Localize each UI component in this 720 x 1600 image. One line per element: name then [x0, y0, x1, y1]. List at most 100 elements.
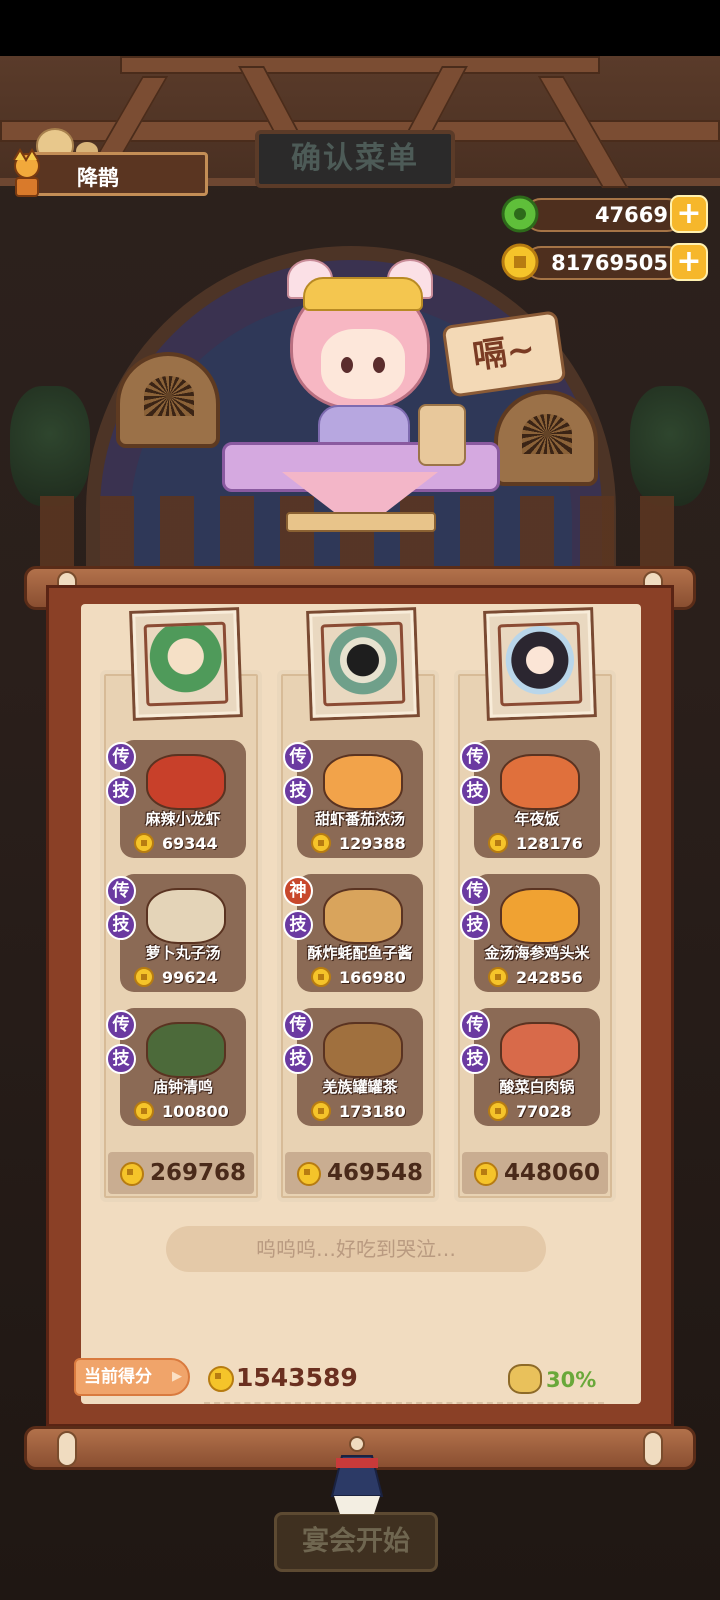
dish-card[interactable]: 传 技 金汤海参鸡头米 242856	[460, 874, 600, 992]
dish-price: 77028	[488, 1101, 588, 1123]
status-bar	[0, 0, 720, 56]
legend-badge: 传	[460, 876, 490, 906]
dish-image	[323, 1022, 403, 1078]
plant-right	[630, 386, 710, 506]
current-score-label: 当前得分	[74, 1358, 190, 1396]
dish-name: 酥炸蚝配鱼子酱	[307, 944, 413, 962]
coin-icon	[297, 1162, 321, 1186]
dish-card[interactable]: 传 技 甜虾番茄浓汤 129388	[283, 740, 423, 858]
skill-badge: 技	[106, 776, 136, 806]
dish-image	[323, 888, 403, 944]
skill-badge: 技	[460, 776, 490, 806]
customer-character	[287, 259, 433, 410]
current-score-value: 1543589	[236, 1363, 358, 1392]
dish-name: 金汤海参鸡头米	[484, 944, 590, 962]
stacked-bowls	[418, 404, 466, 466]
plant-left	[10, 386, 90, 506]
tassel-icon	[330, 1436, 384, 1514]
coin-icon	[311, 967, 331, 987]
dish-name: 麻辣小龙虾	[145, 810, 221, 828]
dish-name: 萝卜丸子汤	[145, 944, 221, 962]
dish-price: 69344	[134, 833, 234, 855]
fan-left-icon	[116, 352, 220, 448]
dish-card[interactable]: 传 技 麻辣小龙虾 69344	[106, 740, 246, 858]
add-coins-button[interactable]: +	[670, 243, 708, 281]
coin-icon	[488, 1101, 508, 1121]
player-plate[interactable]: 降鹊	[6, 148, 208, 197]
chef-column-3: 传 技 年夜饭 128176 传 技 金汤海参鸡头米 242856 传 技 酸菜…	[454, 610, 616, 1202]
dish-card[interactable]: 神 技 酥炸蚝配鱼子酱 166980	[283, 874, 423, 992]
menu-sign-title: 确认菜单	[255, 130, 455, 188]
skill-badge: 技	[283, 910, 313, 940]
chef-portrait-2[interactable]	[309, 610, 417, 718]
dish-image	[146, 1022, 226, 1078]
column-total: 269768	[108, 1152, 254, 1194]
legend-badge: 传	[106, 742, 136, 772]
flower-crown	[303, 277, 423, 311]
dish-image	[500, 1022, 580, 1078]
customer-comment: 呜呜呜…好吃到哭泣…	[166, 1226, 546, 1272]
trophy-avatar-icon	[13, 148, 40, 197]
jade-currency: 47669 +	[500, 194, 712, 234]
dish-name: 甜虾番茄浓汤	[314, 810, 405, 828]
dish-name: 羌族罐罐茶	[322, 1078, 398, 1096]
dish-price: 129388	[311, 833, 411, 855]
dish-price: 128176	[488, 833, 588, 855]
start-banquet-button[interactable]: 宴会开始	[274, 1512, 438, 1572]
coin-icon	[311, 833, 331, 853]
dish-card[interactable]: 传 技 酸菜白肉锅 77028	[460, 1008, 600, 1126]
chef-column-1: 传 技 麻辣小龙虾 69344 传 技 萝卜丸子汤 99624 传 技 庙钟清鸣…	[100, 610, 262, 1202]
dish-card[interactable]: 传 技 萝卜丸子汤 99624	[106, 874, 246, 992]
dish-price: 173180	[311, 1101, 411, 1123]
coin-icon	[134, 833, 154, 853]
coin-icon	[488, 967, 508, 987]
dish-image	[323, 754, 403, 810]
coin-icon	[488, 833, 508, 853]
divine-badge: 神	[283, 876, 313, 906]
legend-badge: 传	[460, 1010, 490, 1040]
add-jade-button[interactable]: +	[670, 195, 708, 233]
dish-image	[146, 754, 226, 810]
coin-icon	[120, 1162, 144, 1186]
jade-icon	[501, 195, 539, 233]
dish-image	[500, 754, 580, 810]
legend-badge: 传	[106, 1010, 136, 1040]
dish-name: 年夜饭	[514, 810, 560, 828]
skill-badge: 技	[106, 1044, 136, 1074]
skill-badge: 技	[460, 910, 490, 940]
coin-value: 81769505	[551, 251, 668, 275]
dish-image	[500, 888, 580, 944]
skill-badge: 技	[460, 1044, 490, 1074]
fan-right-icon	[494, 390, 598, 486]
legend-badge: 传	[460, 742, 490, 772]
coin-icon	[474, 1162, 498, 1186]
chef-portrait-1[interactable]	[132, 610, 240, 718]
coin-icon	[134, 967, 154, 987]
skill-badge: 技	[283, 776, 313, 806]
column-total: 448060	[462, 1152, 608, 1194]
dish-price: 99624	[134, 967, 234, 989]
coin-currency: 81769505 +	[500, 242, 712, 282]
jade-value: 47669	[594, 203, 668, 227]
dish-card[interactable]: 传 技 庙钟清鸣 100800	[106, 1008, 246, 1126]
dish-price: 166980	[311, 967, 411, 989]
chef-column-2: 传 技 甜虾番茄浓汤 129388 神 技 酥炸蚝配鱼子酱 166980 传 技…	[277, 610, 439, 1202]
coin-icon	[208, 1366, 234, 1392]
coin-icon	[311, 1101, 331, 1121]
bonus-percent: 30%	[546, 1368, 597, 1392]
dish-price: 242856	[488, 967, 588, 989]
coin-icon	[501, 243, 539, 281]
dish-card[interactable]: 传 技 年夜饭 128176	[460, 740, 600, 858]
bonus-pig-icon	[508, 1364, 542, 1394]
chef-portrait-3[interactable]	[486, 610, 594, 718]
legend-badge: 传	[106, 876, 136, 906]
legend-badge: 传	[283, 1010, 313, 1040]
dish-name: 庙钟清鸣	[152, 1078, 213, 1096]
column-total: 469548	[285, 1152, 431, 1194]
dish-name: 酸菜白肉锅	[499, 1078, 575, 1096]
player-name: 降鹊	[77, 166, 119, 190]
skill-badge: 技	[106, 910, 136, 940]
legend-badge: 传	[283, 742, 313, 772]
dish-card[interactable]: 传 技 羌族罐罐茶 173180	[283, 1008, 423, 1126]
dish-image	[146, 888, 226, 944]
